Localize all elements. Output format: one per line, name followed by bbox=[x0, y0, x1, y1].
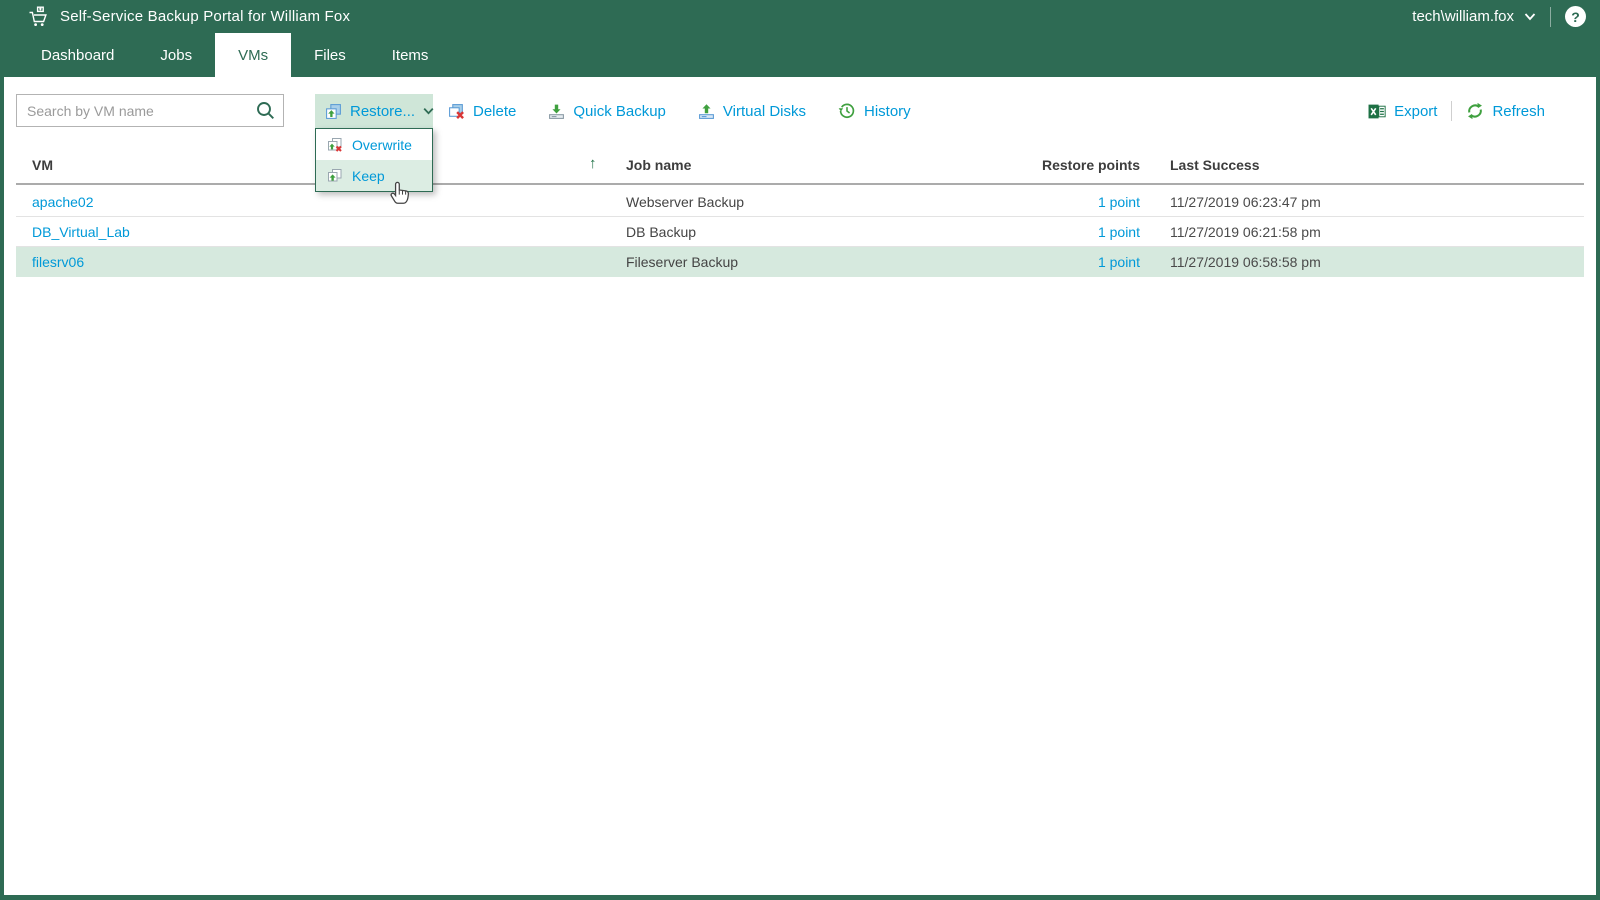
cart-icon bbox=[28, 6, 50, 28]
delete-vm-icon bbox=[448, 103, 465, 120]
column-header-last-success[interactable]: Last Success bbox=[1170, 147, 1260, 183]
main-navigation: Dashboard Jobs VMs Files Items bbox=[0, 33, 1600, 77]
virtual-disks-icon bbox=[698, 103, 715, 120]
menu-item-keep[interactable]: Keep bbox=[316, 160, 432, 191]
search-icon[interactable] bbox=[256, 101, 275, 120]
table-row[interactable]: DB_Virtual_Lab DB Backup 1 point 11/27/2… bbox=[16, 217, 1584, 247]
restore-points-link[interactable]: 1 point bbox=[1024, 217, 1140, 247]
history-button[interactable]: History bbox=[838, 94, 911, 128]
tab-dashboard[interactable]: Dashboard bbox=[18, 33, 137, 77]
menu-item-label: Overwrite bbox=[352, 136, 412, 153]
delete-button-label: Delete bbox=[473, 102, 517, 120]
restore-keep-icon bbox=[327, 168, 343, 184]
top-header-bar: Self-Service Backup Portal for William F… bbox=[0, 0, 1600, 33]
last-success-cell: 11/27/2019 06:23:47 pm bbox=[1170, 194, 1321, 210]
refresh-button[interactable]: Refresh bbox=[1466, 102, 1545, 120]
search-box bbox=[16, 94, 284, 127]
tab-vms[interactable]: VMs bbox=[215, 33, 292, 77]
content-panel: Restore... Overwrite bbox=[0, 77, 1600, 900]
column-header-job-name[interactable]: Job name bbox=[626, 147, 691, 183]
table-tools: Export Refresh bbox=[1368, 94, 1545, 128]
virtual-disks-button[interactable]: Virtual Disks bbox=[698, 94, 806, 128]
vm-table-header: VM ↑ Job name Restore points Last Succes… bbox=[16, 147, 1584, 185]
quick-backup-button-label: Quick Backup bbox=[573, 102, 666, 120]
sort-ascending-icon[interactable]: ↑ bbox=[589, 147, 597, 183]
help-icon[interactable]: ? bbox=[1565, 6, 1586, 27]
restore-dropdown-menu: Overwrite Keep bbox=[315, 128, 433, 192]
restore-overwrite-icon bbox=[327, 137, 343, 153]
header-divider bbox=[1550, 6, 1551, 27]
restore-vm-icon bbox=[325, 103, 342, 120]
table-row-selected[interactable]: filesrv06 Fileserver Backup 1 point 11/2… bbox=[16, 247, 1584, 277]
tab-items[interactable]: Items bbox=[369, 33, 452, 77]
toolbar-divider bbox=[1451, 101, 1453, 121]
vm-name-link[interactable]: DB_Virtual_Lab bbox=[32, 217, 130, 247]
quick-backup-button[interactable]: Quick Backup bbox=[548, 94, 666, 128]
page-title: Self-Service Backup Portal for William F… bbox=[60, 8, 351, 25]
export-button[interactable]: Export bbox=[1368, 103, 1437, 120]
restore-points-link[interactable]: 1 point bbox=[1024, 187, 1140, 217]
column-header-vm[interactable]: VM bbox=[32, 147, 53, 183]
column-header-restore-points[interactable]: Restore points bbox=[1024, 147, 1140, 183]
refresh-icon bbox=[1466, 102, 1484, 120]
refresh-button-label: Refresh bbox=[1492, 102, 1545, 120]
vm-actions-toolbar: Delete Quick Backup Virtual Disks Histor… bbox=[448, 94, 911, 128]
chevron-down-icon bbox=[1524, 12, 1536, 21]
last-success-cell: 11/27/2019 06:58:58 pm bbox=[1170, 254, 1321, 270]
quick-backup-icon bbox=[548, 103, 565, 120]
user-account-label: tech\william.fox bbox=[1412, 8, 1514, 25]
export-button-label: Export bbox=[1394, 102, 1438, 120]
tab-jobs[interactable]: Jobs bbox=[137, 33, 215, 77]
restore-button[interactable]: Restore... bbox=[315, 94, 434, 128]
restore-points-link[interactable]: 1 point bbox=[1024, 247, 1140, 277]
job-name-cell: Fileserver Backup bbox=[626, 254, 739, 270]
restore-button-label: Restore... bbox=[350, 102, 416, 120]
tab-files[interactable]: Files bbox=[291, 33, 369, 77]
vm-name-link[interactable]: apache02 bbox=[32, 187, 94, 217]
excel-export-icon bbox=[1368, 103, 1386, 120]
chevron-down-icon bbox=[423, 107, 434, 115]
menu-item-overwrite[interactable]: Overwrite bbox=[316, 129, 432, 160]
history-clock-icon bbox=[838, 102, 856, 120]
last-success-cell: 11/27/2019 06:21:58 pm bbox=[1170, 224, 1321, 240]
user-menu[interactable]: tech\william.fox bbox=[1412, 8, 1536, 25]
job-name-cell: Webserver Backup bbox=[626, 194, 745, 210]
history-button-label: History bbox=[864, 102, 911, 120]
job-name-cell: DB Backup bbox=[626, 224, 697, 240]
search-input[interactable] bbox=[16, 94, 284, 127]
vm-name-link[interactable]: filesrv06 bbox=[32, 247, 84, 277]
delete-button[interactable]: Delete bbox=[448, 94, 516, 128]
table-row[interactable]: apache02 Webserver Backup 1 point 11/27/… bbox=[16, 187, 1584, 217]
virtual-disks-button-label: Virtual Disks bbox=[722, 102, 806, 120]
menu-item-label: Keep bbox=[352, 167, 385, 184]
